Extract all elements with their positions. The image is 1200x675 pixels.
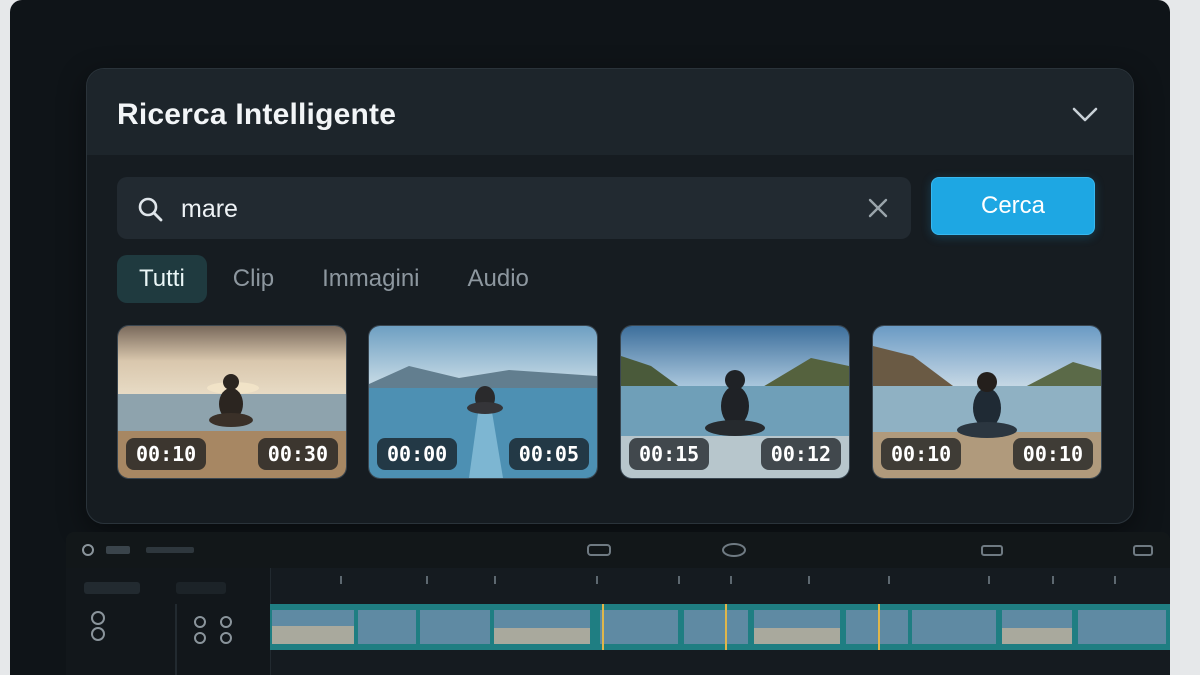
search-button[interactable]: Cerca bbox=[931, 177, 1095, 235]
tab-tutti[interactable]: Tutti bbox=[117, 255, 207, 303]
start-time-badge: 00:10 bbox=[126, 438, 207, 470]
timeline-toolbar bbox=[66, 532, 1170, 568]
filter-tabs: Tutti Clip Immagini Audio bbox=[117, 255, 555, 303]
start-time-badge: 00:00 bbox=[377, 438, 458, 470]
panel-header: Ricerca Intelligente bbox=[87, 69, 1133, 155]
ruler-tick bbox=[340, 576, 342, 584]
duration-badge: 00:10 bbox=[1012, 438, 1093, 470]
duration-badge: 00:30 bbox=[257, 438, 338, 470]
result-thumbnail[interactable]: 00:00 00:05 bbox=[368, 325, 598, 479]
collapse-button[interactable] bbox=[1071, 103, 1099, 125]
panel-title: Ricerca Intelligente bbox=[117, 98, 397, 131]
ruler-tick bbox=[808, 576, 810, 584]
video-track[interactable] bbox=[270, 604, 1170, 650]
tab-immagini[interactable]: Immagini bbox=[300, 255, 441, 303]
app-window: Ricerca Intelligente Cerca bbox=[10, 0, 1170, 675]
results-grid: 00:10 00:30 00:00 00:05 00:15 00:12 00:1… bbox=[117, 325, 1102, 479]
ruler-tick bbox=[678, 576, 680, 584]
ruler-tick bbox=[494, 576, 496, 584]
track-control-icons bbox=[84, 582, 232, 675]
search-icon bbox=[138, 197, 163, 222]
search-box bbox=[117, 177, 911, 239]
search-input[interactable] bbox=[179, 187, 833, 231]
duration-badge: 00:12 bbox=[760, 438, 841, 470]
smart-search-panel: Ricerca Intelligente Cerca bbox=[86, 68, 1134, 524]
start-time-badge: 00:15 bbox=[629, 438, 710, 470]
chevron-down-icon bbox=[1072, 107, 1098, 122]
tab-audio[interactable]: Audio bbox=[446, 255, 551, 303]
ruler-tick bbox=[730, 576, 732, 584]
ruler-tick bbox=[1052, 576, 1054, 584]
track-headers bbox=[66, 568, 271, 675]
ruler-tick bbox=[426, 576, 428, 584]
video-track-frames bbox=[270, 604, 1170, 650]
close-icon[interactable] bbox=[867, 197, 889, 219]
ruler-tick bbox=[1114, 576, 1116, 584]
result-thumbnail[interactable]: 00:10 00:10 bbox=[872, 325, 1102, 479]
result-thumbnail[interactable]: 00:10 00:30 bbox=[117, 325, 347, 479]
panel-body: Cerca Tutti Clip Immagini Audio bbox=[87, 155, 1133, 523]
duration-badge: 00:05 bbox=[508, 438, 589, 470]
ruler-tick bbox=[988, 576, 990, 584]
start-time-badge: 00:10 bbox=[881, 438, 962, 470]
timeline-toolbar-icons bbox=[82, 543, 1153, 557]
tab-clip[interactable]: Clip bbox=[211, 255, 296, 303]
ruler-tick bbox=[596, 576, 598, 584]
result-thumbnail[interactable]: 00:15 00:12 bbox=[620, 325, 850, 479]
timeline-editor bbox=[66, 532, 1170, 675]
ruler-tick bbox=[888, 576, 890, 584]
